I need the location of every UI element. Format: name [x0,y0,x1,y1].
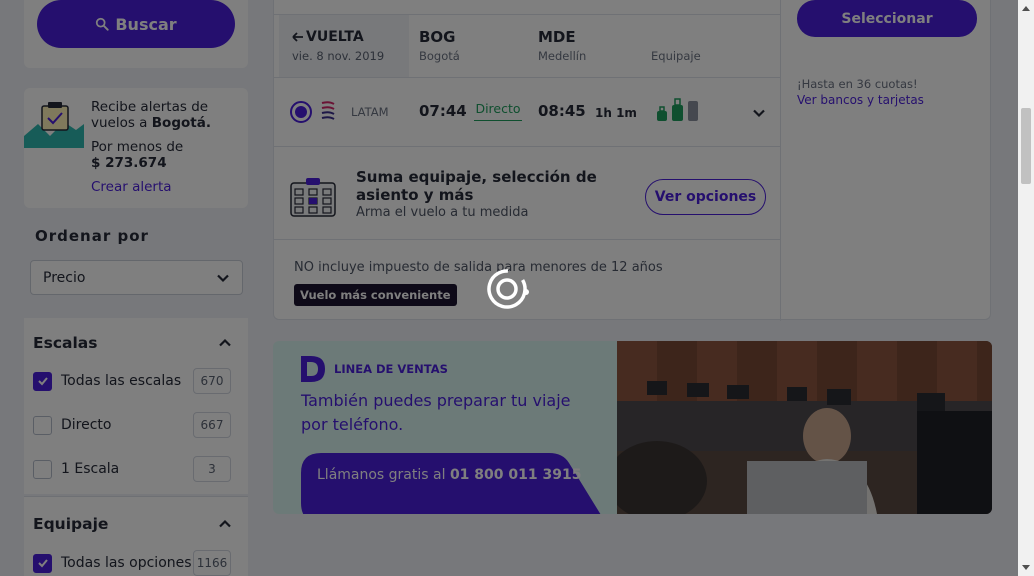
scroll-down-arrow[interactable] [1018,560,1034,576]
loading-spinner-icon [487,269,529,309]
vertical-scrollbar[interactable] [1018,0,1034,576]
scrollbar-thumb[interactable] [1021,108,1031,184]
triangle-down-icon [1022,565,1030,570]
scroll-up-arrow[interactable] [1018,0,1034,16]
results-page: Buscar Recibe alertas de vuelos a Bogotá… [0,0,1018,576]
triangle-up-icon [1022,6,1030,11]
